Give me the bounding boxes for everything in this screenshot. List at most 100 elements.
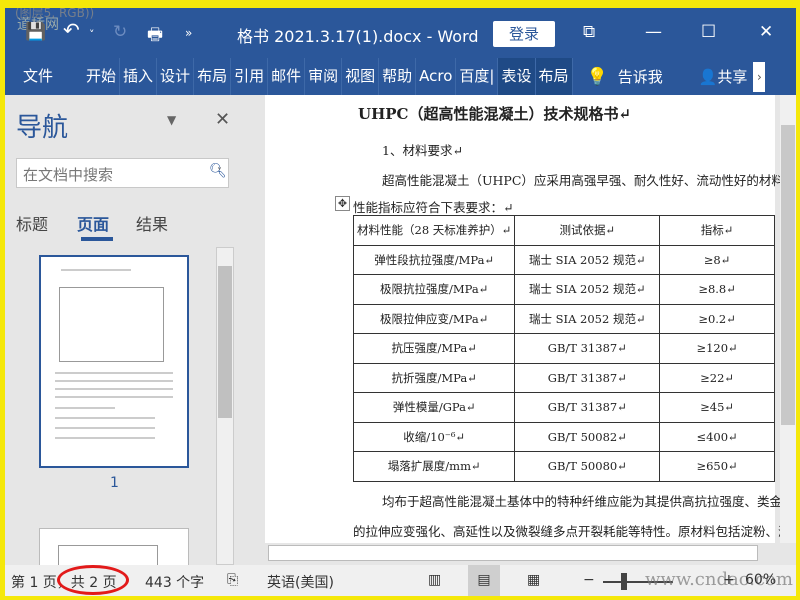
tab-view[interactable]: 视图	[342, 58, 380, 95]
table-cell[interactable]: 瑞士 SIA 2052 规范↵	[514, 274, 661, 305]
table-move-handle-icon[interactable]: ✥	[335, 196, 350, 211]
tab-results[interactable]: 结果	[136, 211, 168, 235]
table-cell[interactable]: 瑞士 SIA 2052 规范↵	[514, 303, 661, 334]
undo-dropdown-icon[interactable]: ˅	[89, 28, 95, 41]
tab-references[interactable]: 引用	[231, 58, 269, 95]
redo-icon[interactable]: ↻	[113, 22, 127, 42]
table-cell[interactable]: ≤400↵	[659, 421, 775, 452]
tab-headings[interactable]: 标题	[16, 211, 48, 235]
heading-materials: 1、材料要求↵	[382, 143, 463, 158]
table-cell[interactable]: ≥0.2↵	[659, 303, 775, 334]
spec-table: 材料性能（28 天标准养护）↵ 测试依据↵ 指标↵ 弹性段抗拉强度/MPa↵ 瑞士 SI…	[352, 215, 775, 482]
maximize-button[interactable]: ☐	[701, 22, 716, 42]
person-icon: 👤	[698, 68, 718, 86]
table-cell[interactable]: 塌落扩展度/mm↵	[352, 451, 516, 482]
table-cell[interactable]: 弹性模量/GPa↵	[352, 392, 516, 423]
horizontal-scroll-thumb[interactable]	[268, 545, 758, 561]
print-icon[interactable]: 🖶	[147, 22, 163, 51]
zoom-slider-handle[interactable]	[621, 573, 627, 590]
paragraph-2a: 均布于超高性能混凝土基体中的特种纤维应能为其提供高抗拉强度、类金属	[382, 494, 780, 509]
word-window: (图层5, RGB)) 道桥网 💾 ↶ ˅ ↻ 🖶 » 格书 2021.3.17…	[5, 8, 796, 596]
read-mode-icon[interactable]: ▥	[428, 572, 441, 588]
table-cell[interactable]: 瑞士 SIA 2052 规范↵	[514, 244, 661, 275]
table-header-row: 材料性能（28 天标准养护）↵ 测试依据↵ 指标↵	[352, 215, 775, 246]
table-cell[interactable]: 极限拉伸应变/MPa↵	[352, 303, 516, 334]
tab-help[interactable]: 帮助	[379, 58, 417, 95]
status-bar: 第 1 页，共 2 页 443 个字 ⎘ 英语(美国) ▥ ▤ ▦ − www.…	[5, 565, 796, 596]
ribbon-display-icon[interactable]: ⧉	[583, 22, 595, 42]
zoom-out-button[interactable]: −	[583, 572, 595, 588]
tab-baidu[interactable]: 百度|	[456, 58, 499, 95]
tab-review[interactable]: 审阅	[305, 58, 343, 95]
table-cell[interactable]: ≥8.8↵	[659, 274, 775, 305]
tab-acrobat[interactable]: Acro	[416, 58, 457, 95]
vertical-scrollbar[interactable]	[780, 95, 796, 543]
search-dropdown-icon[interactable]: ˅	[217, 167, 222, 178]
proofing-icon[interactable]: ⎘	[227, 572, 238, 588]
table-cell[interactable]: 指标↵	[659, 215, 775, 246]
close-button[interactable]: ✕	[759, 22, 773, 42]
vertical-scroll-thumb[interactable]	[781, 125, 795, 425]
share-button[interactable]: 👤共享	[699, 66, 748, 87]
tab-home[interactable]: 开始	[83, 58, 121, 95]
language-status[interactable]: 英语(美国)	[267, 572, 334, 592]
table-cell[interactable]: ≥650↵	[659, 451, 775, 482]
table-cell[interactable]: 抗折强度/MPa↵	[352, 362, 516, 393]
zoom-in-button[interactable]: +	[723, 572, 735, 588]
table-row: 收缩/10⁻⁶↵ GB/T 50082↵ ≤400↵	[352, 421, 775, 452]
table-cell[interactable]: 收缩/10⁻⁶↵	[352, 421, 516, 452]
table-cell[interactable]: GB/T 31387↵	[514, 333, 661, 364]
table-cell[interactable]: GB/T 31387↵	[514, 362, 661, 393]
table-cell[interactable]: GB/T 31387↵	[514, 392, 661, 423]
login-button[interactable]: 登录	[493, 21, 555, 47]
table-cell[interactable]: ≥120↵	[659, 333, 775, 364]
tab-design[interactable]: 设计	[157, 58, 195, 95]
page-thumbnail-2[interactable]	[39, 528, 189, 569]
ribbon-scroll-button[interactable]: ›	[753, 61, 766, 92]
paragraph-1a: 超高性能混凝土（UHPC）应采用高强早强、耐久性好、流动性好的材料，其	[382, 173, 780, 188]
table-cell[interactable]: ≥45↵	[659, 392, 775, 423]
minimize-button[interactable]: —	[645, 22, 662, 42]
table-cell[interactable]: GB/T 50080↵	[514, 451, 661, 482]
nav-options-icon[interactable]: ▼	[167, 113, 176, 127]
tab-table-layout[interactable]: 布局	[535, 58, 573, 95]
table-row: 极限拉伸应变/MPa↵ 瑞士 SIA 2052 规范↵ ≥0.2↵	[352, 303, 775, 334]
document-page[interactable]: UHPC（超高性能混凝土）技术规格书↵ 1、材料要求↵ 超高性能混凝土（UHPC…	[265, 95, 780, 543]
ribbon-tabs: 文件 开始 插入 设计 布局 引用 邮件 审阅 视图 帮助 Acro 百度| 表…	[5, 58, 796, 95]
table-row: 塌落扩展度/mm↵ GB/T 50080↵ ≥650↵	[352, 451, 775, 482]
table-cell[interactable]: GB/T 50082↵	[514, 421, 661, 452]
tab-pages[interactable]: 页面	[77, 211, 109, 235]
word-count[interactable]: 443 个字	[145, 572, 204, 592]
tab-insert[interactable]: 插入	[120, 58, 158, 95]
tab-layout[interactable]: 布局	[194, 58, 232, 95]
page-thumbnail-1[interactable]	[39, 255, 189, 468]
tell-me-button[interactable]: 告诉我	[618, 66, 663, 87]
save-icon[interactable]: 💾	[25, 22, 46, 42]
table-cell[interactable]: ≥8↵	[659, 244, 775, 275]
more-commands-icon[interactable]: »	[185, 26, 192, 40]
table-cell[interactable]: 测试依据↵	[514, 215, 661, 246]
nav-scrollbar[interactable]	[216, 247, 234, 565]
horizontal-scrollbar[interactable]	[248, 543, 780, 563]
page-number-label: 1	[110, 475, 119, 491]
nav-close-button[interactable]: ✕	[215, 109, 230, 130]
undo-icon[interactable]: ↶	[63, 18, 80, 42]
search-input[interactable]: 在文档中搜索 🔍︎	[16, 158, 229, 188]
document-area: UHPC（超高性能混凝土）技术规格书↵ 1、材料要求↵ 超高性能混凝土（UHPC…	[248, 95, 780, 543]
table-row: 极限抗拉强度/MPa↵ 瑞士 SIA 2052 规范↵ ≥8.8↵	[352, 274, 775, 305]
table-cell[interactable]: ≥22↵	[659, 362, 775, 393]
table-cell[interactable]: 弹性段抗拉强度/MPa↵	[352, 244, 516, 275]
table-cell[interactable]: 材料性能（28 天标准养护）↵	[352, 215, 516, 246]
tab-table-design[interactable]: 表设	[498, 58, 536, 95]
web-layout-icon[interactable]: ▦	[527, 572, 540, 588]
zoom-level[interactable]: 60%	[745, 572, 776, 588]
annotation-circle	[57, 565, 129, 595]
table-row: 抗折强度/MPa↵ GB/T 31387↵ ≥22↵	[352, 362, 775, 393]
tab-mailings[interactable]: 邮件	[268, 58, 306, 95]
print-layout-icon[interactable]: ▤	[468, 565, 500, 596]
table-cell[interactable]: 抗压强度/MPa↵	[352, 333, 516, 364]
tab-file[interactable]: 文件	[5, 58, 83, 95]
table-cell[interactable]: 极限抗拉强度/MPa↵	[352, 274, 516, 305]
paragraph-2b: 的拉伸应变强化、高延性以及微裂缝多点开裂耗能等特性。原材料包括淀粉、液	[353, 524, 780, 539]
nav-scroll-thumb[interactable]	[218, 266, 232, 418]
